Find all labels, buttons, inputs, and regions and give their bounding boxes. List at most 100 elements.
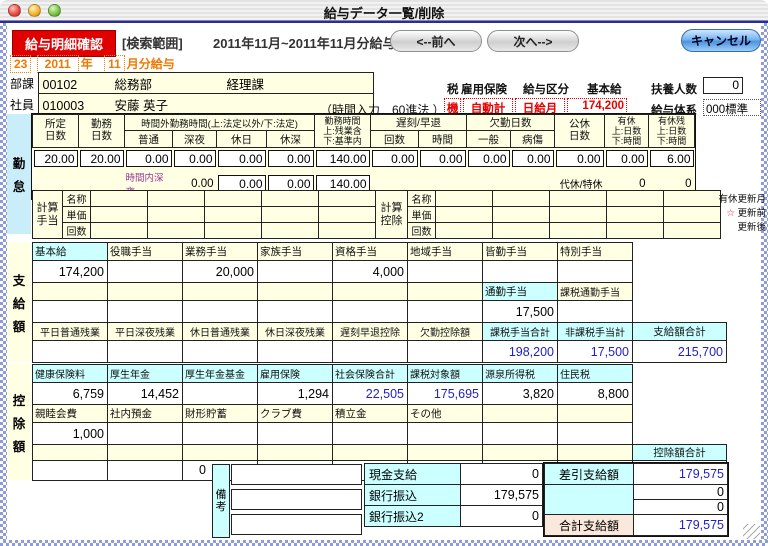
prev-button[interactable]: <--前へ	[390, 30, 482, 52]
ded-header: 厚生年金基金	[183, 365, 258, 383]
att-value: 0.00	[512, 150, 554, 167]
col-late-time: 時間	[419, 131, 467, 148]
window-border-left	[0, 23, 7, 546]
calc-cell	[664, 191, 721, 207]
pay-header: 休日普通残業	[183, 323, 258, 341]
calc-cell	[319, 191, 376, 207]
remarks-input-2[interactable]	[231, 489, 362, 510]
remarks-input-3[interactable]	[231, 514, 362, 535]
ded-header: 雇用保険	[258, 365, 333, 383]
pay-header: 役職手当	[108, 243, 183, 261]
confirm-badge: 給与明細確認	[12, 30, 116, 57]
col-overtime-group: 時間外勤務時間(上:法定以外/下:法定)	[125, 115, 315, 131]
ded-header: 積立金	[333, 405, 408, 423]
taxable-commute-value	[558, 301, 633, 323]
calc-allowance-label: 計算 手当	[33, 191, 63, 239]
next-button[interactable]: 次へ-->	[487, 30, 579, 52]
base-salary-field[interactable]: 174,200	[567, 98, 627, 114]
period-month-field[interactable]: 11	[104, 55, 125, 73]
col-ot-normal: 普通	[125, 131, 173, 148]
nontaxable-allowance-total-value: 17,500	[558, 341, 633, 363]
pay-header: 遅刻早退控除	[333, 323, 408, 341]
ded-header: 源泉所得税	[483, 365, 558, 383]
paid-leave-update-notes: 有休更新月 ☆ 更新前 更新後	[716, 193, 766, 235]
window-content: 給与明細確認 [検索範囲] 2011年11月~2011年11月分給与 <--前へ…	[0, 21, 768, 546]
pay-value: 4,000	[333, 261, 408, 283]
pay-header: 基本給	[33, 243, 108, 261]
payroll-window: 給与データ一覧/削除 給与明細確認 [検索範囲] 2011年11月~2011年1…	[0, 0, 768, 546]
ded-value: 22,505	[333, 383, 408, 405]
pay-header: 平日普通残業	[33, 323, 108, 341]
payment-total-header: 支給額合計	[633, 323, 727, 341]
employee-code: 010003	[43, 99, 115, 113]
att-value: 0.00	[556, 150, 604, 167]
dept-section: 経理課	[227, 78, 265, 92]
ded-header: 住民税	[558, 365, 633, 383]
col-scheduled-days: 所定 日数	[33, 115, 79, 148]
ded-value: 3,820	[483, 383, 558, 405]
period-code-field[interactable]: 23	[10, 55, 31, 73]
calc-cell	[664, 223, 721, 239]
period-row: 23 2011年 11月分給与	[10, 55, 183, 73]
att-value: 0.00	[268, 150, 314, 167]
calc-deduction-label: 計算 控除	[376, 191, 408, 239]
ded-header: 親睦会費	[33, 405, 108, 423]
cancel-button[interactable]: キャンセル	[681, 29, 761, 52]
att-value: 140.00	[316, 150, 370, 167]
calc-cell	[148, 223, 205, 239]
base-salary-label: 基本給	[587, 81, 622, 97]
ded-header: 健康保険料	[33, 365, 108, 383]
taxable-allowance-total-value: 198,200	[483, 341, 558, 363]
calc-cell	[319, 207, 376, 223]
att-value: 6.00	[650, 150, 694, 167]
ded-value: 6,759	[33, 383, 108, 405]
before-update-label: 更新前	[737, 208, 766, 219]
pay-header: 皆勤手当	[483, 243, 558, 261]
dependents-label: 扶養人数	[651, 81, 697, 97]
att-value: 0.00	[218, 150, 266, 167]
calc-cell	[262, 207, 319, 223]
att-value: 0.00	[606, 150, 648, 167]
net-payment-label: 差引支給額	[545, 464, 634, 485]
pay-value: 20,000	[183, 261, 258, 283]
bank-transfer2-value: 0	[461, 506, 543, 527]
calc-cell	[262, 191, 319, 207]
calc-cell	[607, 191, 664, 207]
calc-cell	[91, 223, 148, 239]
ded-value: 1,294	[258, 383, 333, 405]
calc-cell	[205, 207, 262, 223]
window-titlebar[interactable]: 給与データ一覧/削除	[0, 0, 768, 21]
bank-transfer-value: 179,575	[461, 485, 543, 506]
pay-value	[108, 261, 183, 283]
adjustment-value-1: 0	[634, 485, 728, 500]
taxable-commute-header: 課税通勤手当	[558, 283, 633, 301]
period-year-field[interactable]: 2011	[37, 55, 79, 73]
col-ot-holiday: 休日	[217, 131, 267, 148]
pay-header: 家族手当	[258, 243, 333, 261]
calc-cell	[436, 207, 493, 223]
resize-handle[interactable]	[743, 524, 760, 539]
employee-label: 社員	[8, 94, 38, 115]
col-late-count: 回数	[371, 131, 419, 148]
dependents-field[interactable]: 0	[703, 77, 743, 94]
calc-cell	[436, 191, 493, 207]
att-value: 20.00	[80, 150, 124, 167]
pay-header: 地域手当	[408, 243, 483, 261]
col-ot-holiday-midnight: 休深	[267, 131, 315, 148]
pay-header: 業務手当	[183, 243, 258, 261]
total-payment-value: 179,575	[634, 515, 728, 536]
att-value: 20.00	[34, 150, 78, 167]
ded-header: 厚生年金	[108, 365, 183, 383]
footer-zero-value: 0	[120, 463, 206, 477]
calc-cell	[493, 207, 550, 223]
employee-name: 安藤 英子	[115, 99, 168, 113]
salary-system-field[interactable]: 000標準	[703, 99, 761, 116]
ded-value: 8,800	[558, 383, 633, 405]
calc-cell	[550, 223, 607, 239]
payment-method-table: 現金支給 0 銀行振込 179,575 銀行振込2 0	[364, 463, 543, 527]
tax-label: 税	[447, 81, 459, 97]
payment-total-value: 215,700	[633, 341, 727, 363]
remarks-input-1[interactable]	[231, 464, 362, 485]
col-absence-sick: 病傷	[511, 131, 555, 148]
ded-header: クラブ費	[258, 405, 333, 423]
